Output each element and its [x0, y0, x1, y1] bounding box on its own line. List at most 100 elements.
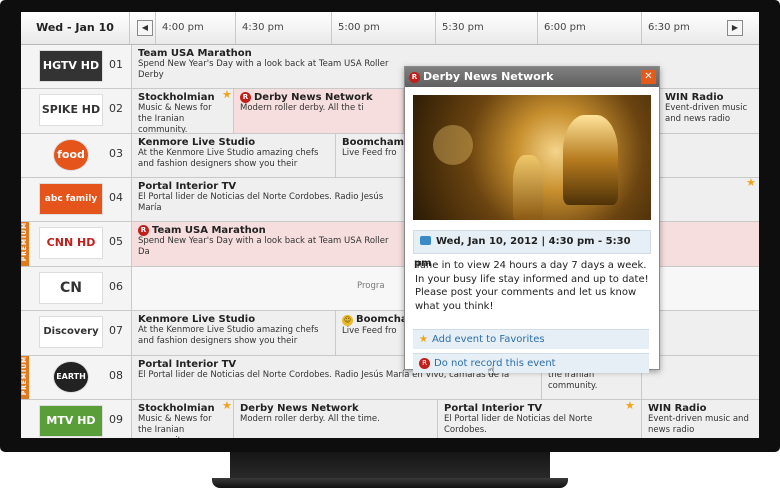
program-desc: Event-driven music and news radio — [648, 414, 749, 435]
program-cell[interactable]: Kenmore Live Studio At the Kenmore Live … — [132, 311, 336, 355]
program-desc: Spend New Year's Day with a look back at… — [138, 236, 389, 257]
channel-logo: CN — [39, 272, 103, 304]
program-title: Portal Interior TV — [444, 403, 543, 414]
do-not-record-button[interactable]: R Do not record this event — [413, 353, 649, 373]
channel-logo: CNN HD — [39, 227, 103, 259]
star-icon: ★ — [419, 334, 428, 345]
channel-number: 07 — [109, 324, 123, 337]
channel-number: 05 — [109, 235, 123, 248]
current-date: Wed - Jan 10 — [21, 12, 130, 44]
program-title: Progra — [357, 281, 385, 291]
channel-cell[interactable]: Discovery HD 07 — [21, 311, 132, 355]
add-favorites-label: Add event to Favorites — [431, 334, 545, 345]
tv-stand-base — [212, 478, 568, 488]
program-cell[interactable]: Boomchamp Live Feed fro — [336, 134, 404, 177]
chat-icon — [420, 236, 431, 245]
program-cell[interactable]: Stockholmian Music & News for the Irania… — [132, 89, 234, 133]
program-cell[interactable]: Progra — [351, 267, 411, 310]
tv-stand-neck — [230, 452, 550, 480]
program-title: Stockholmian — [138, 403, 215, 414]
channel-number: 01 — [109, 58, 123, 71]
time-slot-5: 6:30 pm — [641, 12, 728, 44]
program-cell[interactable]: Kenmore Live Studio At the Kenmore Live … — [132, 134, 336, 177]
program-cell[interactable]: ☺ Boomcha Live Feed fro — [336, 311, 404, 355]
channel-cell[interactable]: PREMIUM EARTH 08 — [21, 356, 132, 399]
program-desc: Music & News for the Iranian community. — [138, 414, 212, 438]
channel-number: 04 — [109, 191, 123, 204]
program-title: Team USA Marathon — [152, 225, 266, 236]
channel-cell[interactable]: abc family HD 04 — [21, 178, 132, 221]
program-cell[interactable]: Portal Interior TV El Portal lider de No… — [132, 178, 404, 221]
program-cell-empty[interactable] — [659, 134, 759, 177]
favorite-star-icon: ★ — [746, 176, 756, 189]
program-title: Derby News Network — [240, 403, 359, 414]
popup-header: R Derby News Network ✕ — [405, 67, 659, 87]
favorite-star-icon: ★ — [625, 399, 635, 412]
program-cell[interactable]: Derby News Network Modern roller derby. … — [234, 400, 438, 438]
channel-number: 09 — [109, 413, 123, 426]
program-title: Derby News Network — [254, 92, 373, 103]
channel-cell[interactable]: PREMIUM CNN HD 05 — [21, 222, 132, 266]
close-button[interactable]: ✕ — [641, 70, 656, 84]
program-desc: El Portal lider de Noticias del Norte Co… — [444, 414, 593, 435]
tv-frame: Wed - Jan 10 ◀ 4:00 pm 4:30 pm 5:00 pm 5… — [0, 0, 780, 452]
program-title: Boomchamp — [342, 137, 404, 148]
premium-tag: PREMIUM — [21, 356, 29, 399]
program-cell-selected[interactable]: R Derby News Network Modern roller derby.… — [234, 89, 404, 133]
channel-logo: abc family HD — [39, 183, 103, 215]
time-slot-1: 4:30 pm — [235, 12, 338, 44]
program-desc: Live Feed fro — [342, 326, 397, 336]
program-title: WIN Radio — [648, 403, 707, 414]
favorite-star-icon: ★ — [222, 399, 232, 412]
channel-number: 02 — [109, 102, 123, 115]
program-cell[interactable]: Portal Interior TV El Portal lider de No… — [438, 400, 642, 438]
program-title: Team USA Marathon — [138, 48, 252, 59]
channel-cell[interactable]: CN 06 — [21, 267, 132, 310]
event-description: Tune in to view 24 hours a day 7 days a … — [415, 260, 649, 312]
channel-cell[interactable]: MTV HD 09 — [21, 400, 132, 438]
record-icon: R — [419, 358, 430, 369]
program-cell-selected[interactable]: R Team USA Marathon Spend New Year's Day … — [132, 222, 404, 266]
popup-title: Derby News Network — [423, 70, 554, 83]
program-title: Boomcha — [356, 314, 404, 325]
program-desc: At the Kenmore Live Studio amazing chefs… — [138, 148, 319, 169]
program-cell[interactable]: WIN Radio Event-driven music and news ra… — [659, 89, 759, 133]
premium-tag: PREMIUM — [21, 222, 29, 266]
program-cell[interactable]: Stockholmian Music & News for the Irania… — [132, 400, 234, 438]
channel-cell[interactable]: SPIKE HD 02 — [21, 89, 132, 133]
program-desc: Live Feed fro — [342, 148, 397, 158]
prev-time-button[interactable]: ◀ — [137, 20, 153, 36]
time-slot-3: 5:30 pm — [435, 12, 536, 44]
channel-cell[interactable]: HGTV HD 01 — [21, 45, 132, 88]
program-cell[interactable]: WIN Radio Event-driven music and news ra… — [642, 400, 759, 438]
event-detail-popup: R Derby News Network ✕ Wed, Jan 10, 2012 … — [404, 66, 660, 373]
program-desc: Modern roller derby. All the ti — [240, 103, 364, 113]
channel-cell[interactable]: food HD 03 — [21, 134, 132, 177]
time-slot-0: 4:00 pm — [155, 12, 242, 44]
next-time-button[interactable]: ▶ — [727, 20, 743, 36]
time-slot-4: 6:00 pm — [537, 12, 644, 44]
program-title: WIN Radio — [665, 92, 724, 103]
program-desc: Modern roller derby. All the time. — [240, 414, 380, 424]
program-cell-empty[interactable] — [659, 222, 759, 266]
program-desc: Spend New Year's Day with a look back at… — [138, 59, 389, 80]
program-cell-empty[interactable] — [659, 45, 759, 88]
program-desc: El Portal lider de Noticias del Norte Co… — [138, 192, 384, 213]
channel-number: 06 — [109, 280, 123, 293]
channel-logo: HGTV HD — [39, 50, 103, 82]
smiley-icon: ☺ — [342, 315, 353, 326]
event-image — [413, 95, 651, 220]
channel-logo: SPIKE HD — [39, 94, 103, 126]
program-desc: At the Kenmore Live Studio amazing chefs… — [138, 325, 319, 346]
record-icon: R — [409, 72, 420, 83]
program-cell-empty[interactable] — [659, 178, 759, 221]
channel-logo: EARTH — [53, 361, 89, 393]
record-icon: R — [138, 225, 149, 236]
add-favorites-button[interactable]: ★ Add event to Favorites — [413, 329, 649, 349]
guide-header: Wed - Jan 10 ◀ 4:00 pm 4:30 pm 5:00 pm 5… — [21, 12, 759, 45]
program-cell[interactable]: Team USA Marathon Spend New Year's Day w… — [132, 45, 402, 88]
program-title: Stockholmian — [138, 92, 215, 103]
program-title: Portal Interior TV — [138, 181, 237, 192]
favorite-star-icon: ★ — [222, 88, 232, 101]
record-icon: R — [240, 92, 251, 103]
